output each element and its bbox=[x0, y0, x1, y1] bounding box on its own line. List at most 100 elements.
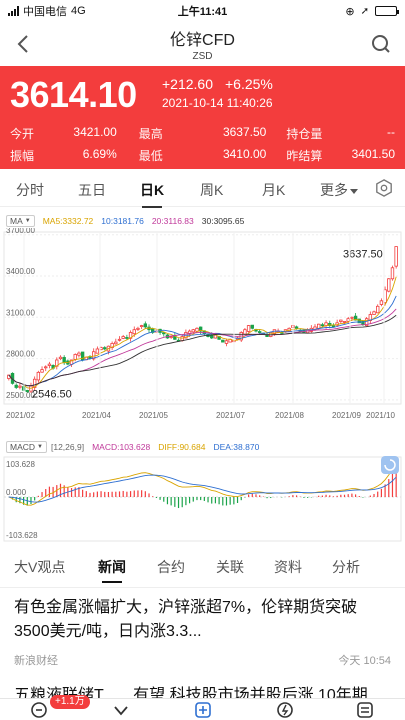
tab-more-label: 更多 bbox=[320, 182, 348, 198]
candle bbox=[191, 329, 195, 333]
macd-indicator-button[interactable]: MACD ▼ bbox=[6, 441, 47, 453]
candle bbox=[376, 305, 380, 314]
back-icon[interactable] bbox=[12, 32, 36, 56]
y-tick-label: 2800.00 bbox=[6, 350, 35, 359]
kline-chart[interactable]: 3700.003400.003100.002800.002500.003637.… bbox=[0, 228, 405, 426]
stat-label: 今开 bbox=[10, 126, 35, 141]
news-tabs: 大V观点 新闻 合约 关联 资料 分析 bbox=[0, 552, 405, 583]
tab-five-day[interactable]: 五日 bbox=[78, 180, 106, 200]
candle bbox=[25, 390, 29, 393]
tab-related[interactable]: 关联 bbox=[216, 557, 244, 577]
stat-label: 昨结算 bbox=[286, 148, 323, 163]
macd-chart[interactable]: 103.628 0.000 -103.628 bbox=[0, 455, 405, 543]
candle bbox=[394, 246, 398, 267]
quote-stats: 今开 3421.00 最高 3637.50 持仓量 -- 振幅 6.69% 最低 3410… bbox=[10, 122, 395, 166]
macd-values: MACD:103.628 DIFF:90.684 DEA:38.870 bbox=[92, 442, 259, 452]
search-icon[interactable] bbox=[369, 32, 393, 56]
tab-news[interactable]: 新闻 bbox=[98, 557, 126, 583]
carrier: 中国电信 bbox=[23, 6, 67, 18]
ma-value: MA5:3332.72 bbox=[42, 216, 94, 226]
candle bbox=[169, 336, 173, 338]
x-tick-label: 2021/07 bbox=[216, 411, 245, 420]
tab-profile[interactable]: 资料 bbox=[274, 557, 302, 577]
candle bbox=[387, 278, 391, 292]
candle bbox=[339, 319, 343, 322]
tab-daily-k[interactable]: 日K bbox=[140, 180, 164, 208]
ma-indicator-button[interactable]: MA ▼ bbox=[6, 215, 35, 227]
ma-value: 30:3095.65 bbox=[201, 216, 245, 226]
nav-bar: 伦锌CFD ZSD bbox=[0, 22, 405, 66]
tab-analysis[interactable]: 分析 bbox=[332, 557, 360, 577]
x-tick-label: 2021/08 bbox=[275, 411, 304, 420]
tab-weekly-k[interactable]: 周K bbox=[200, 180, 223, 200]
x-tick-label: 2021/02 bbox=[6, 411, 35, 420]
macd-top-label: 103.628 bbox=[6, 460, 35, 469]
ma-button-label: MA bbox=[10, 216, 23, 226]
candle bbox=[58, 356, 63, 360]
ma-legend: MA ▼ MA5:3332.72 10:3181.76 20:3116.83 30:30… bbox=[0, 214, 405, 228]
x-tick-label: 2021/04 bbox=[82, 411, 111, 420]
stat-label: 最高 bbox=[138, 126, 163, 141]
tab-intraday[interactable]: 分时 bbox=[16, 180, 44, 200]
battery-icon bbox=[375, 6, 399, 16]
tab-bigv[interactable]: 大V观点 bbox=[14, 557, 65, 577]
gear-icon[interactable] bbox=[375, 179, 393, 197]
candle bbox=[77, 352, 81, 356]
candle bbox=[36, 371, 41, 381]
favorite-icon[interactable] bbox=[112, 701, 130, 719]
macd-legend: MACD ▼ [12,26,9] MACD:103.628 DIFF:90.684 D… bbox=[0, 440, 405, 454]
tab-monthly-k[interactable]: 月K bbox=[262, 180, 285, 200]
candle bbox=[103, 347, 107, 350]
news-item[interactable]: 有色金属涨幅扩大，沪锌涨超7%，伦锌期货突破3500美元/吨，日内涨3.3...… bbox=[14, 596, 391, 668]
candle bbox=[372, 311, 376, 316]
candle bbox=[139, 325, 144, 327]
add-icon[interactable] bbox=[194, 701, 212, 719]
candle bbox=[379, 300, 384, 305]
ma-value: 10:3181.76 bbox=[101, 216, 144, 226]
candle bbox=[224, 340, 229, 344]
candle bbox=[350, 316, 354, 319]
candle bbox=[14, 384, 18, 388]
alert-icon[interactable] bbox=[276, 701, 294, 719]
news-title: 有色金属涨幅扩大，沪锌涨超7%，伦锌期货突破3500美元/吨，日内涨3.3... bbox=[14, 599, 358, 640]
stat-value: 6.69% bbox=[82, 146, 117, 161]
chart-frame bbox=[3, 231, 402, 405]
tab-more[interactable]: 更多 bbox=[320, 180, 358, 200]
candle bbox=[346, 318, 350, 322]
price-change: +212.60 bbox=[162, 76, 213, 92]
stat-label: 振幅 bbox=[10, 148, 35, 163]
bottom-toolbar: +1.1万 bbox=[0, 695, 405, 720]
x-tick-label: 2021/09 bbox=[332, 411, 361, 420]
candle bbox=[95, 348, 100, 354]
candle bbox=[40, 369, 44, 373]
y-tick-label: 3700.00 bbox=[6, 228, 35, 235]
candle bbox=[62, 357, 66, 364]
chevron-down-icon bbox=[350, 188, 358, 194]
signal-icon bbox=[8, 6, 19, 16]
ma-line bbox=[8, 295, 397, 387]
page-title: 伦锌CFD bbox=[170, 32, 235, 49]
stat-label: 持仓量 bbox=[286, 126, 323, 141]
lock-rotation-icon: ⊕ bbox=[345, 5, 355, 18]
comment-icon[interactable] bbox=[30, 701, 48, 719]
candle bbox=[114, 341, 118, 345]
price-change-pct: +6.25% bbox=[225, 76, 273, 92]
candle bbox=[73, 354, 77, 360]
tab-contract[interactable]: 合约 bbox=[157, 557, 185, 577]
expand-chart-button[interactable] bbox=[381, 456, 399, 474]
candle bbox=[117, 338, 122, 341]
stat-value: 3421.00 bbox=[73, 124, 117, 139]
location-icon: ➚ bbox=[360, 5, 369, 17]
candle bbox=[294, 326, 299, 329]
menu-icon[interactable] bbox=[356, 701, 374, 719]
chevron-down-icon: ▼ bbox=[24, 218, 31, 224]
chevron-down-icon: ▼ bbox=[37, 444, 43, 450]
macd-line bbox=[8, 474, 397, 503]
macd-button-label: MACD bbox=[10, 442, 36, 452]
macd-params: [12,26,9] bbox=[50, 442, 85, 452]
stat-value: -- bbox=[387, 124, 395, 139]
y-tick-label: 3100.00 bbox=[6, 308, 35, 317]
max-price-label: 3637.50 bbox=[343, 248, 383, 260]
macd-value: DIFF:90.684 bbox=[158, 442, 206, 452]
stat-value: 3401.50 bbox=[351, 146, 395, 161]
